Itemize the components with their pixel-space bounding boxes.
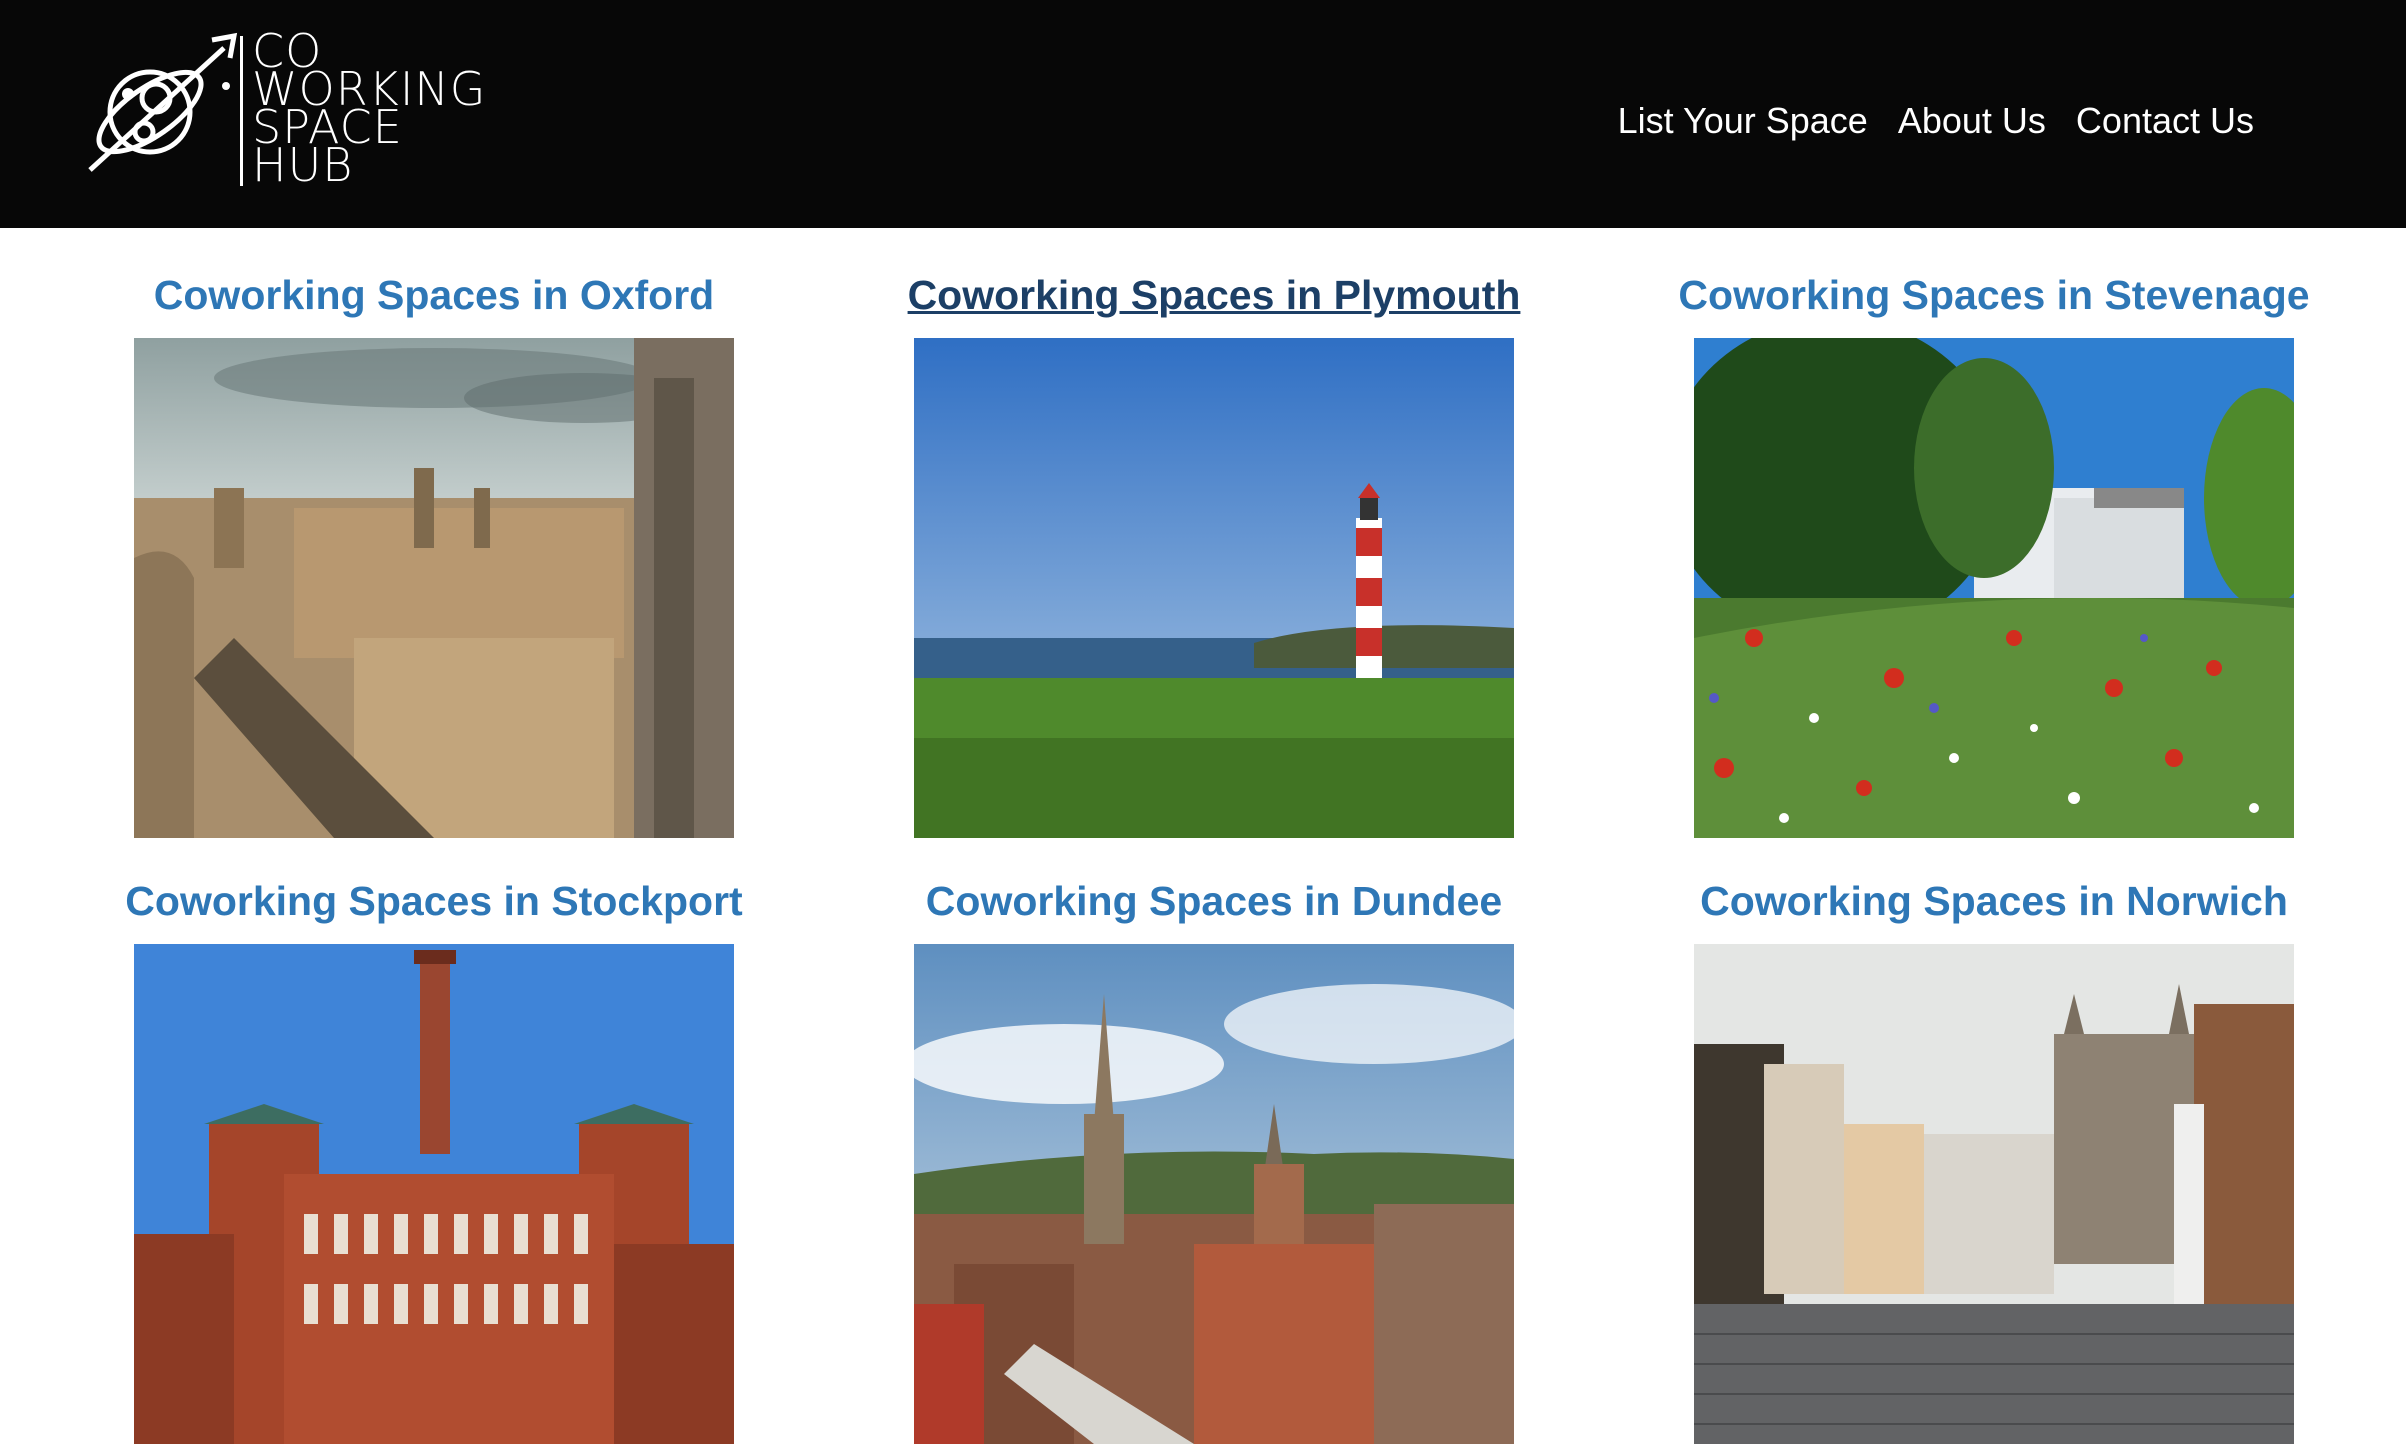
city-card-norwich: Coworking Spaces in Norwich xyxy=(1604,876,2384,926)
planet-rocket-logo-icon xyxy=(88,32,238,172)
city-link-dundee[interactable]: Coworking Spaces in Dundee xyxy=(824,876,1604,926)
logo-wordmark: CO WORKING SPACE HUB xyxy=(252,28,512,188)
city-link-stevenage[interactable]: Coworking Spaces in Stevenage xyxy=(1604,270,2384,320)
logo-divider xyxy=(240,36,243,186)
city-link-norwich[interactable]: Coworking Spaces in Norwich xyxy=(1604,876,2384,926)
site-logo[interactable]: CO WORKING SPACE HUB xyxy=(84,28,504,192)
site-header: CO WORKING SPACE HUB List Your Space Abo… xyxy=(0,0,2406,228)
dundee-city-photo[interactable] xyxy=(914,944,1514,1444)
city-link-stockport[interactable]: Coworking Spaces in Stockport xyxy=(44,876,824,926)
city-card-dundee: Coworking Spaces in Dundee xyxy=(824,876,1604,926)
city-card-stevenage: Coworking Spaces in Stevenage xyxy=(1604,270,2384,320)
city-card-oxford: Coworking Spaces in Oxford xyxy=(44,270,824,320)
nav-list-your-space[interactable]: List Your Space xyxy=(1618,100,1868,142)
city-link-oxford[interactable]: Coworking Spaces in Oxford xyxy=(44,270,824,320)
city-card-plymouth: Coworking Spaces in Plymouth xyxy=(824,270,1604,320)
main-nav: List Your Space About Us Contact Us xyxy=(1618,100,2254,142)
nav-about-us[interactable]: About Us xyxy=(1898,100,2046,142)
plymouth-lighthouse-photo[interactable] xyxy=(914,338,1514,838)
oxford-skyline-photo[interactable] xyxy=(134,338,734,838)
stockport-mill-photo[interactable] xyxy=(134,944,734,1444)
norwich-street-photo[interactable] xyxy=(1694,944,2294,1444)
nav-contact-us[interactable]: Contact Us xyxy=(2076,100,2254,142)
city-card-stockport: Coworking Spaces in Stockport xyxy=(44,876,824,926)
city-link-plymouth[interactable]: Coworking Spaces in Plymouth xyxy=(824,270,1604,320)
stevenage-wildflowers-photo[interactable] xyxy=(1694,338,2294,838)
